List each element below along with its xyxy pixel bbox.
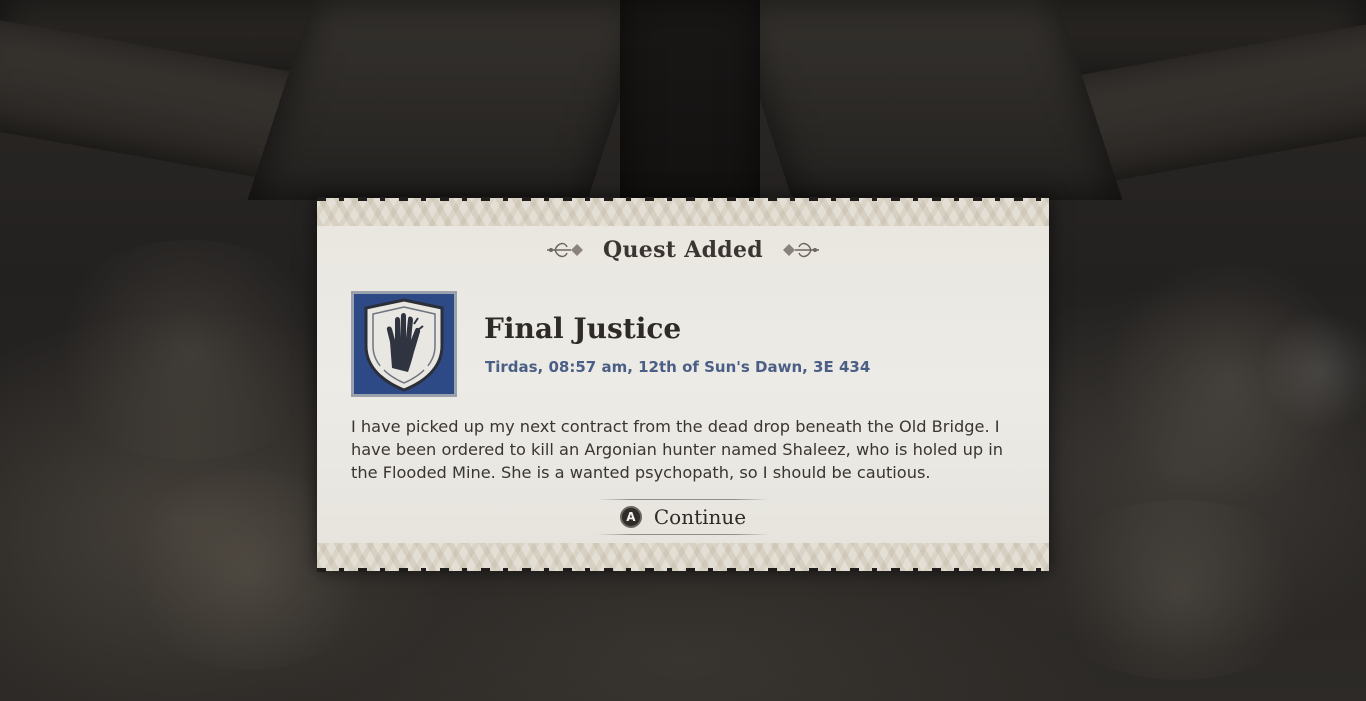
continue-button[interactable]: A Continue (597, 499, 769, 535)
quest-description: I have picked up my next contract from t… (351, 417, 1004, 482)
center-post (620, 0, 760, 220)
left-flourish-icon (545, 235, 585, 265)
torn-edge-bottom (317, 568, 1049, 572)
right-flourish-icon (781, 235, 821, 265)
quest-added-dialog: Quest Added Final Justice Tirdas, 08:57 … (317, 197, 1049, 572)
continue-divider-bottom (597, 534, 769, 535)
continue-divider-top (597, 499, 769, 500)
right-bracket (727, 0, 1123, 200)
rock-texture (40, 240, 340, 460)
dark-brotherhood-hand-icon (351, 291, 457, 397)
torn-edge-top (317, 197, 1049, 201)
game-scene: Quest Added Final Justice Tirdas, 08:57 … (0, 0, 1366, 701)
quest-timestamp: Tirdas, 08:57 am, 12th of Sun's Dawn, 3E… (485, 358, 871, 376)
left-bracket (247, 0, 653, 200)
continue-label: Continue (653, 505, 747, 529)
dialog-header: Quest Added (317, 230, 1049, 270)
parchment-border-top (317, 198, 1049, 226)
parchment-border-bottom (317, 543, 1049, 571)
rock-texture (1040, 500, 1320, 680)
dialog-header-title: Quest Added (603, 237, 763, 263)
a-button-icon: A (619, 506, 642, 528)
quest-title: Final Justice (484, 312, 682, 345)
